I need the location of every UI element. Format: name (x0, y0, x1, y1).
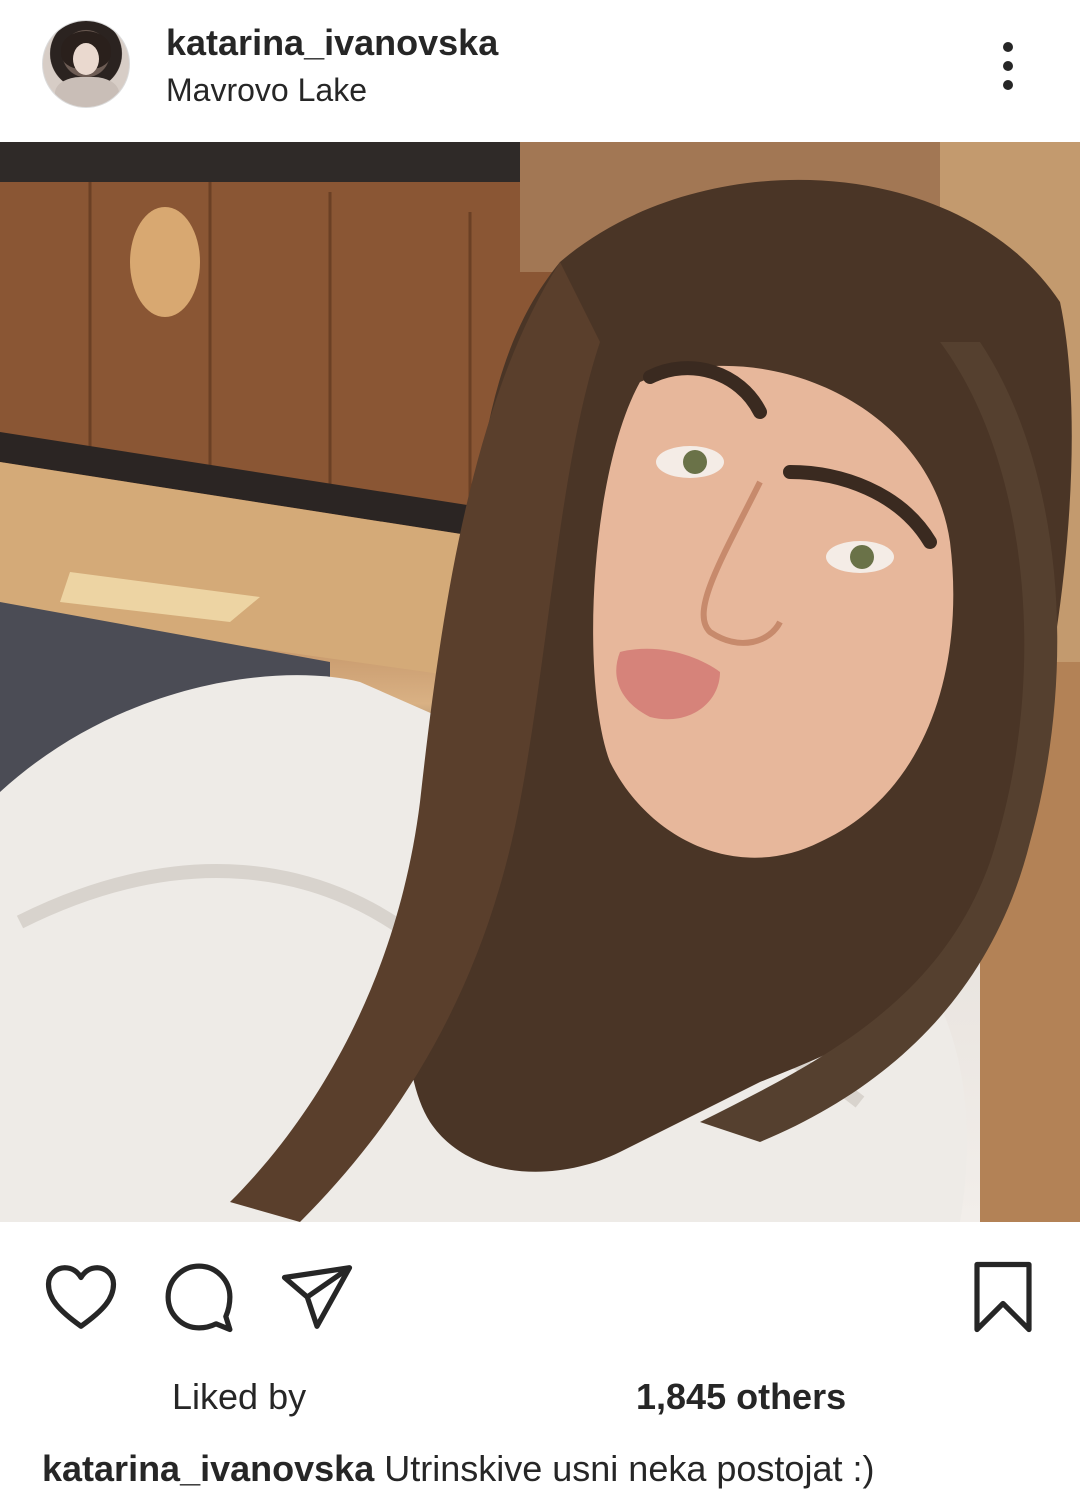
selfie-illustration (0, 142, 1080, 1222)
avatar[interactable] (42, 20, 130, 108)
post-header: katarina_ivanovska Mavrovo Lake (0, 0, 1080, 142)
heart-icon[interactable] (36, 1252, 126, 1342)
post-username[interactable]: katarina_ivanovska (166, 22, 498, 64)
likes-count-link[interactable]: 1,845 others (636, 1376, 846, 1418)
caption-text: Utrinskive usni neka postojat :) (384, 1448, 875, 1489)
post-location[interactable]: Mavrovo Lake (166, 72, 367, 109)
share-icon[interactable] (272, 1252, 362, 1342)
comment-icon[interactable] (154, 1252, 244, 1342)
liked-by-label: Liked by (172, 1376, 307, 1417)
post-image[interactable] (0, 142, 1080, 1222)
post-actions (0, 1222, 1080, 1362)
bookmark-icon[interactable] (958, 1252, 1048, 1342)
more-options-icon[interactable] (990, 36, 1026, 96)
caption-username[interactable]: katarina_ivanovska (42, 1448, 374, 1489)
post-caption: katarina_ivanovska Utrinskive usni neka … (42, 1448, 874, 1490)
